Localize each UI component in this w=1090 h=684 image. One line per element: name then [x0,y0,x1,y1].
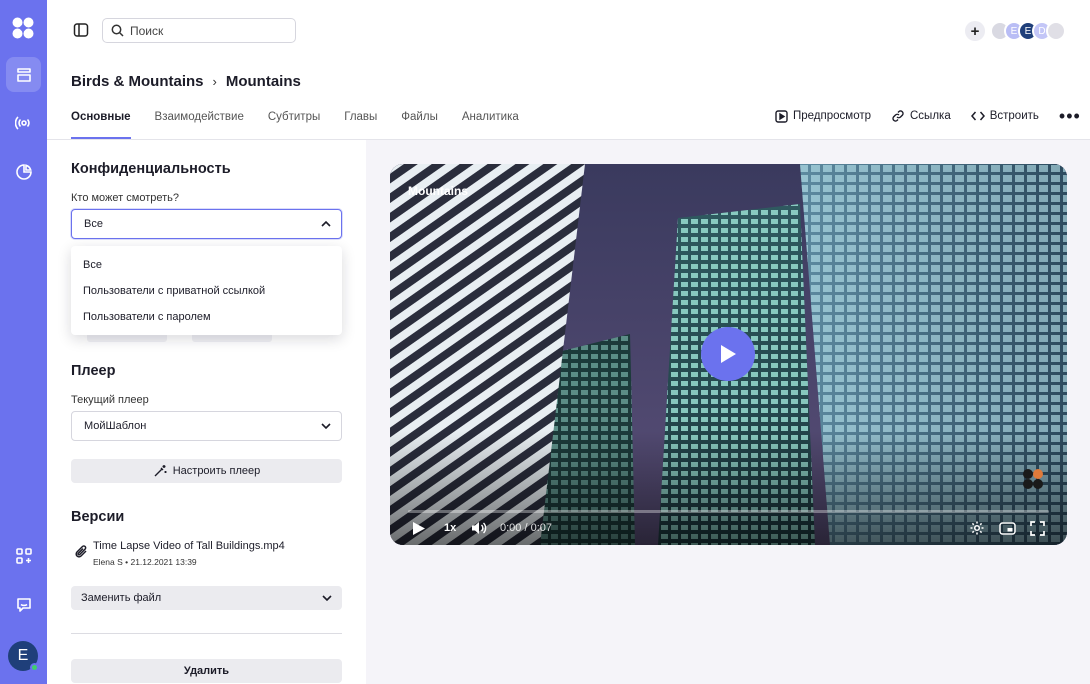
library-icon [16,67,31,82]
pip-button[interactable] [999,519,1016,537]
speed-label: 1x [444,522,457,534]
page-title: Mountains [225,73,301,90]
more-options-icon[interactable]: ••• [1059,107,1081,125]
link-icon [892,110,904,122]
tab-chapters[interactable]: Главы [344,105,377,139]
link-button[interactable]: Ссылка [891,109,951,123]
chevron-down-icon [322,595,332,601]
sidebar-toggle-icon[interactable] [73,22,89,38]
play-icon [413,521,425,535]
chevron-down-icon [321,423,331,429]
video-title: Mountains [408,184,468,198]
embed-button[interactable]: Встроить [970,110,1039,122]
fullscreen-icon [1030,520,1045,536]
preview-label: Предпросмотр [793,110,871,122]
pie-chart-icon [15,163,32,180]
breadcrumb: Birds & Mountains › Mountains [71,73,301,90]
chevron-up-icon [321,221,331,227]
fullscreen-button[interactable] [1030,519,1045,537]
configure-player-button[interactable]: Настроить плеер [71,459,342,483]
link-label: Ссылка [910,110,951,122]
replace-file-label: Заменить файл [81,592,162,604]
app-sidebar: E [0,0,47,684]
privacy-option-all[interactable]: Все [71,252,342,278]
app-logo-icon[interactable] [11,16,35,40]
control-play-button[interactable] [412,519,426,537]
preview-area: Mountains 1x 0:00 / 0:07 [366,140,1090,684]
preview-button[interactable]: Предпросмотр [775,109,871,123]
embed-label: Встроить [989,110,1039,122]
privacy-select-value: Все [84,218,103,230]
privacy-option-private-link[interactable]: Пользователи с приватной ссылкой [71,278,342,304]
tab-bar: Основные Взаимодействие Субтитры Главы Ф… [71,105,543,139]
breadcrumb-parent-link[interactable]: Birds & Mountains [71,73,204,90]
version-file: Time Lapse Video of Tall Buildings.mp4 E… [75,540,285,567]
code-icon [970,111,985,121]
tab-general[interactable]: Основные [71,105,131,139]
chat-icon [16,597,31,612]
online-status-dot [30,663,39,672]
speed-button[interactable]: 1x [444,519,456,537]
delete-button[interactable]: Удалить [71,659,342,683]
privacy-option-password[interactable]: Пользователи с паролем [71,304,342,330]
volume-button[interactable] [471,519,487,537]
tab-interaction[interactable]: Взаимодействие [155,105,244,139]
apps-icon [15,547,32,564]
privacy-select[interactable]: Все [71,209,342,239]
tab-analytics[interactable]: Аналитика [462,105,519,139]
replace-file-button[interactable]: Заменить файл [71,586,342,610]
player-select[interactable]: МойШаблон [71,411,342,441]
search-icon [111,24,124,37]
gear-icon [970,521,984,535]
version-file-meta: Elena S • 21.12.2021 13:39 [93,557,197,567]
search-input[interactable] [130,23,280,38]
top-bar: + E E D [47,0,1090,62]
configure-player-label: Настроить плеер [172,465,261,477]
watermark-logo-icon [1022,468,1044,490]
preview-icon [775,109,788,123]
time-display: 0:00 / 0:07 [500,522,552,534]
video-progress-bar[interactable] [408,510,1049,513]
rail-chat-button[interactable] [6,587,41,622]
player-current-label: Текущий плеер [71,394,149,406]
versions-section-title: Версии [71,509,125,525]
user-avatar-initial: E [17,647,29,664]
privacy-dropdown-menu: Все Пользователи с приватной ссылкой Пол… [71,246,342,335]
delete-label: Удалить [183,665,230,677]
rail-analytics-button[interactable] [6,154,41,189]
volume-icon [472,522,487,534]
broadcast-icon [14,115,30,130]
play-icon [721,345,736,363]
tab-subtitles[interactable]: Субтитры [268,105,320,139]
user-avatar[interactable]: E [8,641,39,672]
player-section-title: Плеер [71,363,116,379]
video-player[interactable]: Mountains 1x 0:00 / 0:07 [390,164,1067,545]
breadcrumb-separator-icon: › [212,74,217,89]
add-button[interactable]: + [965,21,985,41]
collaborator-avatar[interactable] [1046,21,1066,41]
privacy-who-label: Кто может смотреть? [71,192,179,204]
rail-live-button[interactable] [6,105,41,140]
panel-divider [71,633,342,634]
header-actions: Предпросмотр Ссылка Встроить ••• [775,107,1090,125]
collaborator-avatars: E E D [990,21,1066,41]
version-file-name: Time Lapse Video of Tall Buildings.mp4 [93,540,285,552]
rail-library-button[interactable] [6,57,41,92]
settings-panel: Конфиденциальность Кто может смотреть? В… [47,140,366,684]
player-select-value: МойШаблон [84,420,147,432]
rail-apps-button[interactable] [6,538,41,573]
search-box[interactable] [102,18,296,43]
tab-files[interactable]: Файлы [401,105,438,139]
plus-icon: + [970,22,980,40]
settings-button[interactable] [969,519,985,537]
privacy-section-title: Конфиденциальность [71,161,231,177]
magic-wand-icon [154,465,167,477]
paperclip-icon [75,545,87,558]
picture-in-picture-icon [999,521,1016,535]
play-button[interactable] [701,327,755,381]
